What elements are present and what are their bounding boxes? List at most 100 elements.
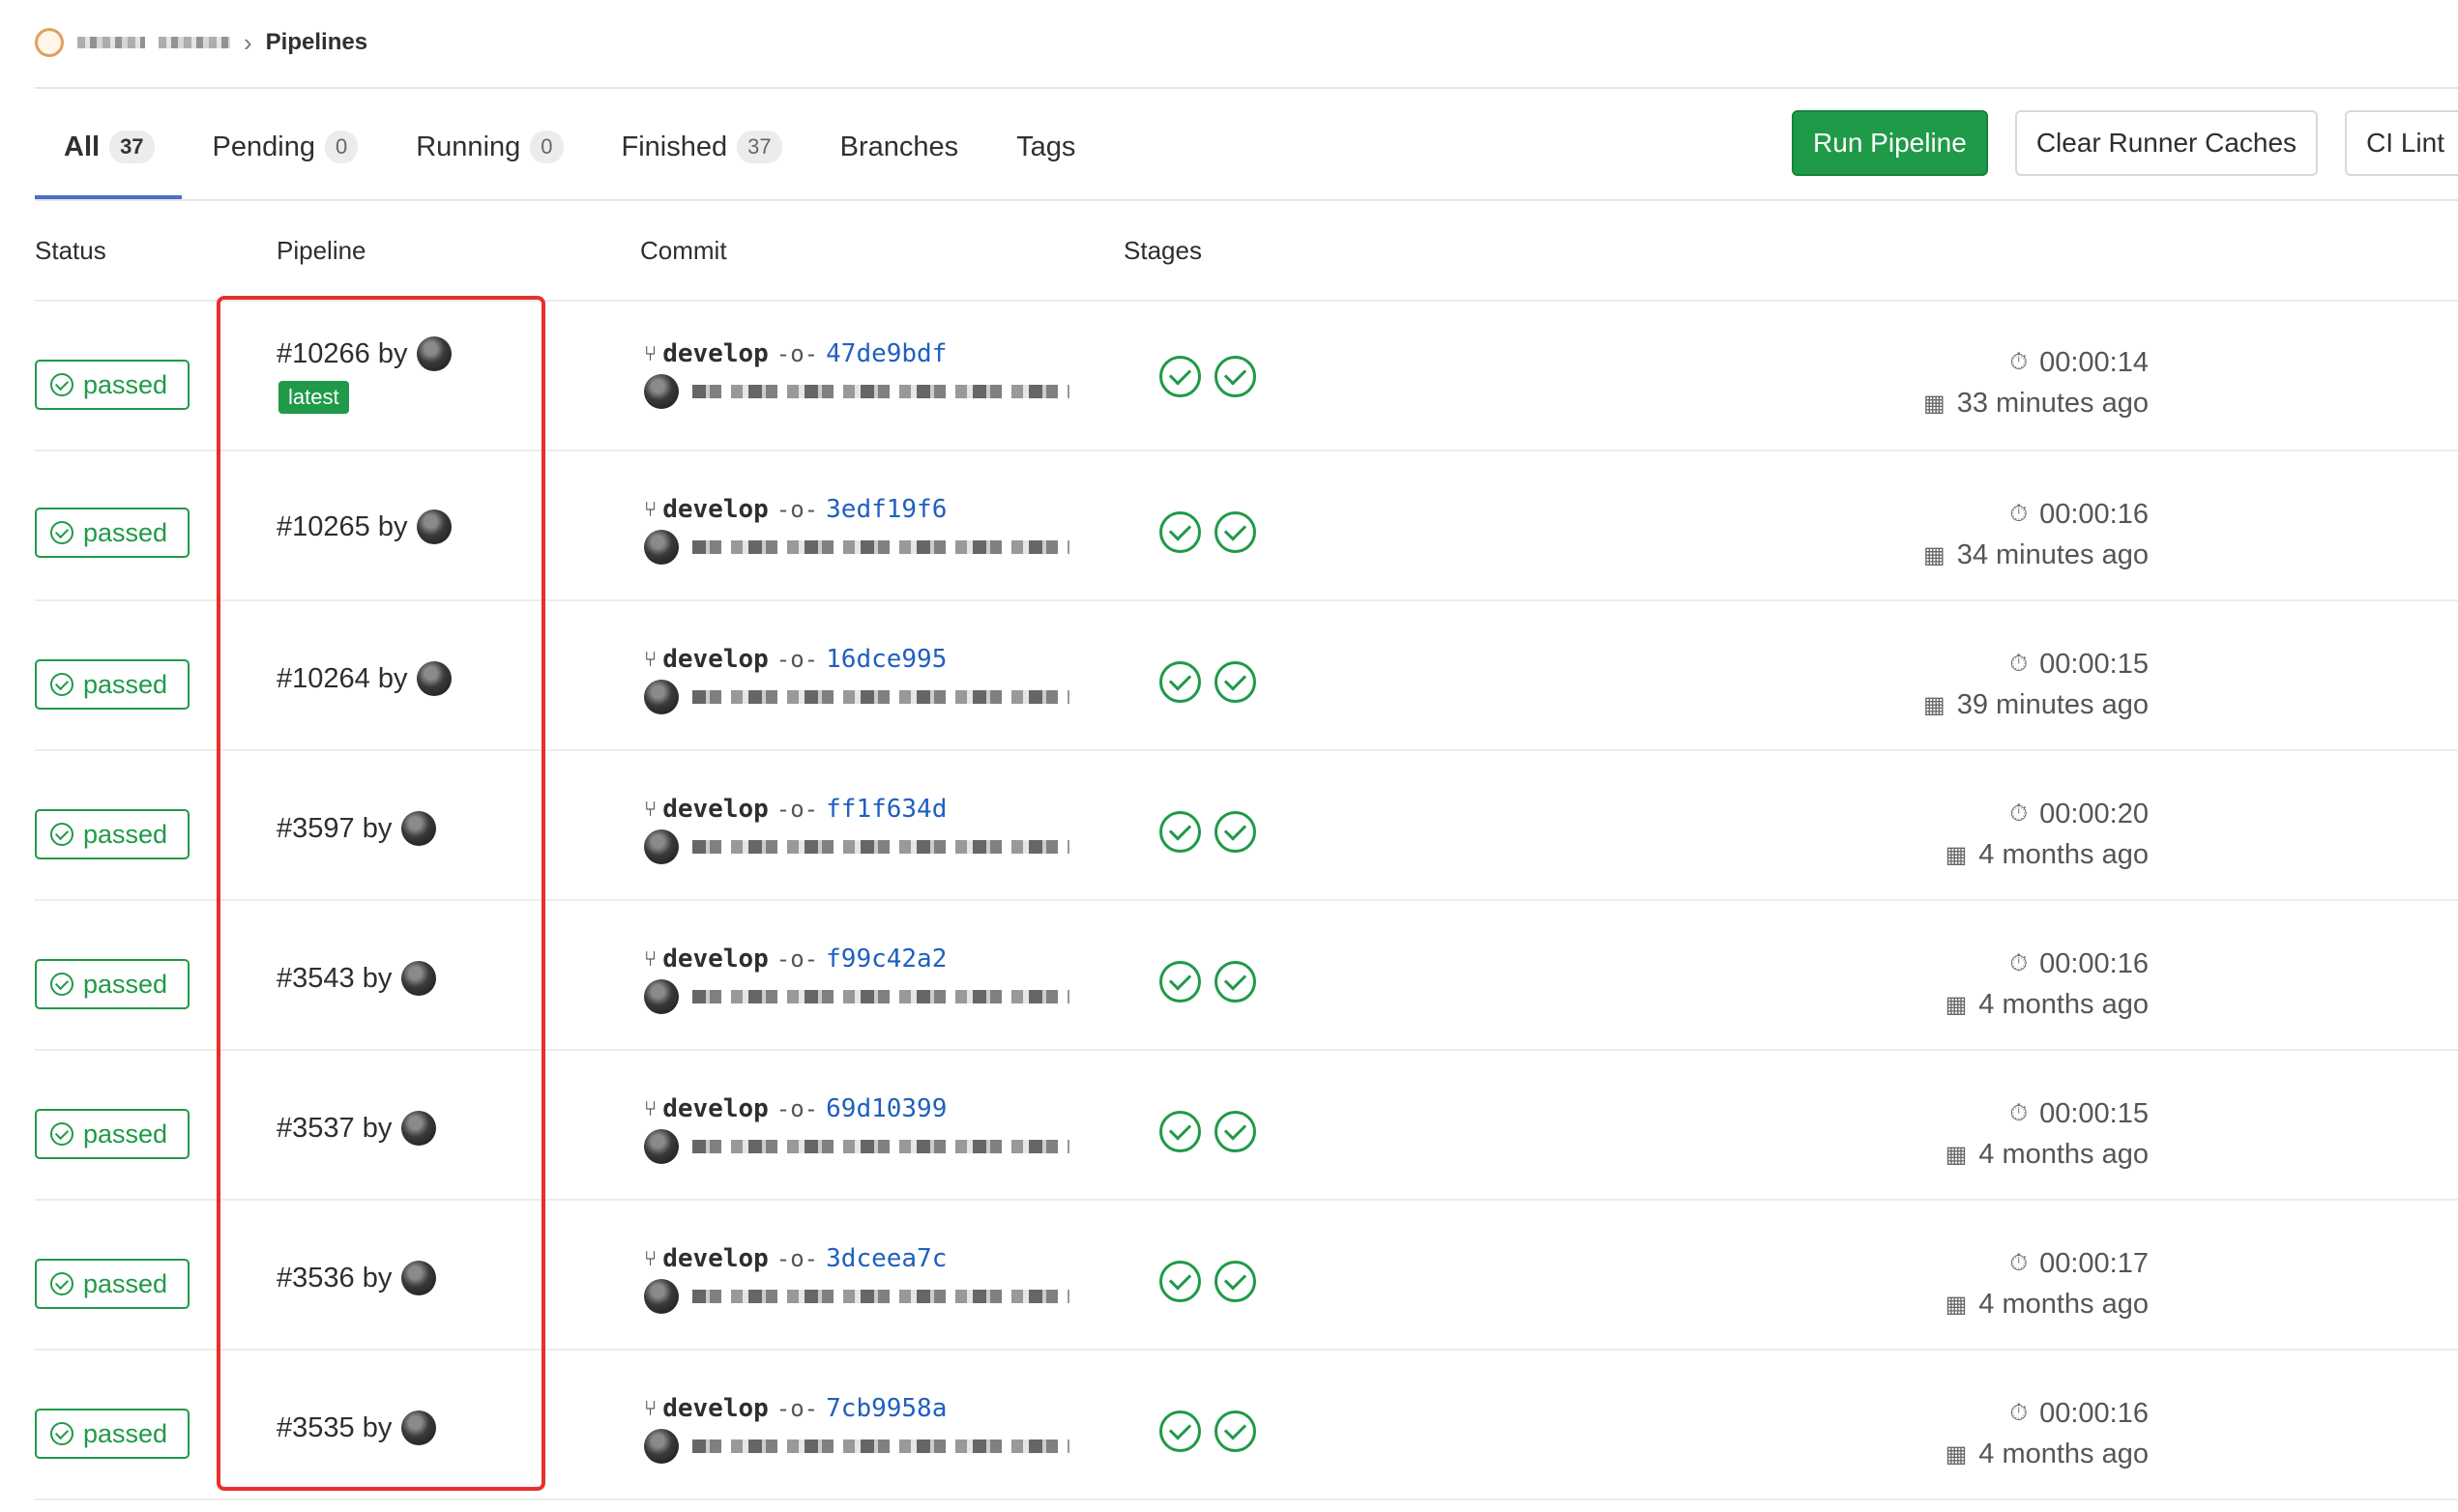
branch-link[interactable]: develop — [662, 1094, 769, 1123]
status-badge[interactable]: passed — [35, 1109, 190, 1159]
stage-passed-icon[interactable] — [1159, 356, 1201, 397]
status-badge[interactable]: passed — [35, 360, 190, 410]
timing: ⏱ 00:00:15 ▦ 4 months ago — [1946, 1093, 2149, 1175]
avatar[interactable] — [644, 979, 679, 1014]
tab-tags[interactable]: Tags — [987, 114, 1104, 180]
pipeline-id[interactable]: #3543 by — [277, 961, 437, 996]
commit-icon: -o- — [775, 796, 819, 823]
commit-icon: -o- — [775, 1095, 819, 1122]
status-badge[interactable]: passed — [35, 508, 190, 558]
pipeline-id[interactable]: #3535 by — [277, 1410, 437, 1445]
avatar[interactable] — [401, 1261, 437, 1295]
run-pipeline-button[interactable]: Run Pipeline — [1792, 110, 1988, 176]
tab-all[interactable]: All 37 — [35, 114, 184, 180]
pipeline-link[interactable]: #10265 by — [277, 511, 407, 543]
pipeline-link[interactable]: #10264 by — [277, 663, 407, 695]
avatar[interactable] — [401, 961, 437, 996]
project-logo-icon[interactable] — [35, 28, 64, 57]
ci-lint-button[interactable]: CI Lint — [2345, 110, 2458, 176]
status-badge[interactable]: passed — [35, 1259, 190, 1309]
avatar[interactable] — [417, 509, 453, 544]
stage-passed-icon[interactable] — [1214, 1111, 1256, 1152]
avatar[interactable] — [644, 1129, 679, 1164]
stage-passed-icon[interactable] — [1214, 811, 1256, 853]
calendar-icon: ▦ — [1945, 991, 1968, 1018]
avatar[interactable] — [417, 661, 453, 696]
commit-sha-link[interactable]: 3dceea7c — [826, 1244, 947, 1273]
pipeline-id[interactable]: #10266 by — [277, 336, 453, 371]
stage-passed-icon[interactable] — [1214, 661, 1256, 703]
clear-runner-caches-button[interactable]: Clear Runner Caches — [2014, 110, 2319, 176]
breadcrumb-current[interactable]: Pipelines — [266, 29, 367, 56]
commit-message[interactable] — [692, 1290, 1069, 1303]
avatar[interactable] — [644, 1429, 679, 1464]
commit-message[interactable] — [692, 540, 1069, 554]
breadcrumb-project-link[interactable] — [159, 37, 230, 48]
tab-finished[interactable]: Finished 37 — [593, 114, 811, 180]
avatar[interactable] — [644, 530, 679, 565]
commit-message[interactable] — [692, 690, 1069, 704]
commit-message[interactable] — [692, 385, 1069, 398]
pipeline-id[interactable]: #3536 by — [277, 1261, 437, 1295]
stage-passed-icon[interactable] — [1159, 661, 1201, 703]
stage-passed-icon[interactable] — [1214, 1261, 1256, 1302]
pipeline-link[interactable]: #10266 by — [277, 338, 407, 370]
branch-link[interactable]: develop — [662, 645, 769, 674]
avatar[interactable] — [417, 336, 453, 371]
branch-link[interactable]: develop — [662, 1244, 769, 1273]
status-badge[interactable]: passed — [35, 659, 190, 710]
commit-message[interactable] — [692, 1439, 1069, 1453]
avatar[interactable] — [401, 1111, 437, 1146]
avatar[interactable] — [401, 1410, 437, 1445]
commit-message[interactable] — [692, 1140, 1069, 1153]
branch-link[interactable]: develop — [662, 1394, 769, 1423]
tab-branches[interactable]: Branches — [811, 114, 988, 180]
pipeline-link[interactable]: #3597 by — [277, 813, 392, 845]
commit-sha-link[interactable]: 47de9bdf — [826, 339, 947, 368]
avatar[interactable] — [401, 811, 437, 846]
stage-passed-icon[interactable] — [1214, 1410, 1256, 1452]
avatar[interactable] — [644, 680, 679, 714]
commit-sha-link[interactable]: 16dce995 — [826, 645, 947, 674]
stage-passed-icon[interactable] — [1214, 961, 1256, 1003]
branch-link[interactable]: develop — [662, 795, 769, 824]
stage-passed-icon[interactable] — [1159, 811, 1201, 853]
commit-sha-link[interactable]: ff1f634d — [826, 795, 947, 824]
stage-passed-icon[interactable] — [1159, 511, 1201, 553]
commit-message[interactable] — [692, 990, 1069, 1003]
pipeline-id[interactable]: #10264 by — [277, 661, 453, 696]
tab-running[interactable]: Running 0 — [387, 114, 592, 180]
avatar[interactable] — [644, 374, 679, 409]
pipeline-link[interactable]: #3535 by — [277, 1412, 392, 1444]
commit-sha-link[interactable]: 69d10399 — [826, 1094, 947, 1123]
pipeline-id[interactable]: #3537 by — [277, 1111, 437, 1146]
status-badge[interactable]: passed — [35, 959, 190, 1009]
commit-message[interactable] — [692, 840, 1069, 854]
duration: 00:00:15 — [2039, 648, 2149, 680]
branch-link[interactable]: develop — [662, 339, 769, 368]
pipeline-id[interactable]: #3597 by — [277, 811, 437, 846]
stage-passed-icon[interactable] — [1159, 1410, 1201, 1452]
avatar[interactable] — [644, 829, 679, 864]
tab-pending[interactable]: Pending 0 — [184, 114, 388, 180]
stage-passed-icon[interactable] — [1159, 1111, 1201, 1152]
stage-passed-icon[interactable] — [1159, 1261, 1201, 1302]
pipeline-link[interactable]: #3543 by — [277, 963, 392, 995]
pipeline-link[interactable]: #3537 by — [277, 1113, 392, 1145]
stage-passed-icon[interactable] — [1214, 356, 1256, 397]
breadcrumb-group-link[interactable] — [77, 37, 145, 48]
status-badge[interactable]: passed — [35, 809, 190, 859]
status-badge[interactable]: passed — [35, 1409, 190, 1459]
pipeline-id[interactable]: #10265 by — [277, 509, 453, 544]
commit-sha-link[interactable]: 7cb9958a — [826, 1394, 947, 1423]
pipeline-link[interactable]: #3536 by — [277, 1263, 392, 1294]
commit-sha-link[interactable]: 3edf19f6 — [826, 495, 947, 524]
branch-link[interactable]: develop — [662, 495, 769, 524]
commit-sha-link[interactable]: f99c42a2 — [826, 945, 947, 974]
avatar[interactable] — [644, 1279, 679, 1314]
timing: ⏱ 00:00:16 ▦ 34 minutes ago — [1923, 494, 2149, 575]
stage-passed-icon[interactable] — [1159, 961, 1201, 1003]
branch-link[interactable]: develop — [662, 945, 769, 974]
finished-at: 4 months ago — [1978, 1138, 2149, 1170]
stage-passed-icon[interactable] — [1214, 511, 1256, 553]
